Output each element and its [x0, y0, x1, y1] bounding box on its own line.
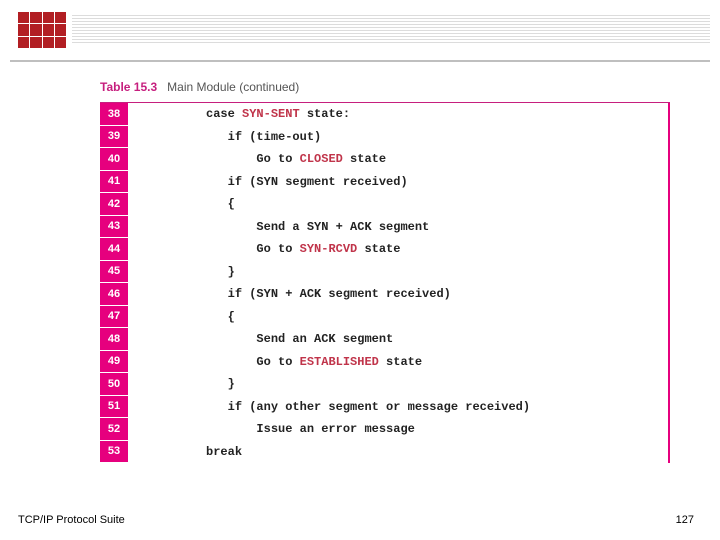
table-description: Main Module (continued) — [167, 80, 299, 94]
code-row: 49 Go to ESTABLISHED state — [100, 351, 670, 374]
code-row: 38 case SYN-SENT state: — [100, 103, 670, 126]
line-number: 41 — [100, 171, 128, 194]
code-text: Send an ACK segment — [128, 332, 668, 346]
line-number: 38 — [100, 103, 128, 126]
line-number: 42 — [100, 193, 128, 216]
content-area: Table 15.3 Main Module (continued) 38 ca… — [100, 80, 670, 463]
code-text: { — [128, 197, 668, 211]
line-number: 40 — [100, 148, 128, 171]
state-keyword: SYN-SENT — [242, 107, 300, 121]
slide-footer: TCP/IP Protocol Suite 127 — [18, 514, 694, 526]
line-number: 48 — [100, 328, 128, 351]
code-text: Issue an error message — [128, 422, 668, 436]
line-number: 50 — [100, 373, 128, 396]
row-divider — [668, 328, 670, 351]
line-number: 47 — [100, 306, 128, 329]
code-text: break — [128, 445, 668, 459]
row-divider — [668, 306, 670, 329]
logo-grid-icon — [18, 12, 66, 48]
row-divider — [668, 283, 670, 306]
code-text: case SYN-SENT state: — [128, 107, 668, 121]
code-text: if (SYN + ACK segment received) — [128, 287, 668, 301]
code-text: Go to CLOSED state — [128, 152, 668, 166]
code-row: 47 { — [100, 306, 670, 329]
row-divider — [668, 171, 670, 194]
row-divider — [668, 126, 670, 149]
code-row: 48 Send an ACK segment — [100, 328, 670, 351]
code-row: 52 Issue an error message — [100, 418, 670, 441]
code-row: 45 } — [100, 261, 670, 284]
state-keyword: CLOSED — [300, 152, 343, 166]
code-text: Send a SYN + ACK segment — [128, 220, 668, 234]
line-number: 39 — [100, 126, 128, 149]
table-number: Table 15.3 — [100, 80, 157, 94]
header-rule — [10, 60, 710, 62]
line-number: 49 — [100, 351, 128, 374]
state-keyword: ESTABLISHED — [300, 355, 379, 369]
row-divider — [668, 103, 670, 126]
row-divider — [668, 373, 670, 396]
code-text: Go to SYN-RCVD state — [128, 242, 668, 256]
code-row: 53 break — [100, 441, 670, 464]
code-row: 42 { — [100, 193, 670, 216]
code-text: if (any other segment or message receive… — [128, 400, 668, 414]
code-row: 46 if (SYN + ACK segment received) — [100, 283, 670, 306]
line-number: 51 — [100, 396, 128, 419]
line-number: 53 — [100, 441, 128, 464]
code-text: } — [128, 265, 668, 279]
table-caption: Table 15.3 Main Module (continued) — [100, 80, 670, 94]
code-listing: 38 case SYN-SENT state:39 if (time-out)4… — [100, 102, 670, 463]
line-number: 44 — [100, 238, 128, 261]
state-keyword: SYN-RCVD — [300, 242, 358, 256]
code-row: 40 Go to CLOSED state — [100, 148, 670, 171]
page-number: 127 — [676, 514, 694, 526]
row-divider — [668, 351, 670, 374]
line-number: 43 — [100, 216, 128, 239]
code-row: 44 Go to SYN-RCVD state — [100, 238, 670, 261]
slide-header — [0, 0, 720, 64]
row-divider — [668, 261, 670, 284]
code-text: if (SYN segment received) — [128, 175, 668, 189]
code-row: 43 Send a SYN + ACK segment — [100, 216, 670, 239]
line-number: 52 — [100, 418, 128, 441]
code-row: 51 if (any other segment or message rece… — [100, 396, 670, 419]
footer-title: TCP/IP Protocol Suite — [18, 514, 125, 526]
code-text: if (time-out) — [128, 130, 668, 144]
header-stripes — [72, 15, 710, 43]
row-divider — [668, 418, 670, 441]
line-number: 46 — [100, 283, 128, 306]
code-text: { — [128, 310, 668, 324]
row-divider — [668, 441, 670, 464]
row-divider — [668, 193, 670, 216]
code-row: 41 if (SYN segment received) — [100, 171, 670, 194]
row-divider — [668, 148, 670, 171]
code-text: Go to ESTABLISHED state — [128, 355, 668, 369]
code-row: 50 } — [100, 373, 670, 396]
row-divider — [668, 216, 670, 239]
code-row: 39 if (time-out) — [100, 126, 670, 149]
line-number: 45 — [100, 261, 128, 284]
row-divider — [668, 396, 670, 419]
code-text: } — [128, 377, 668, 391]
row-divider — [668, 238, 670, 261]
